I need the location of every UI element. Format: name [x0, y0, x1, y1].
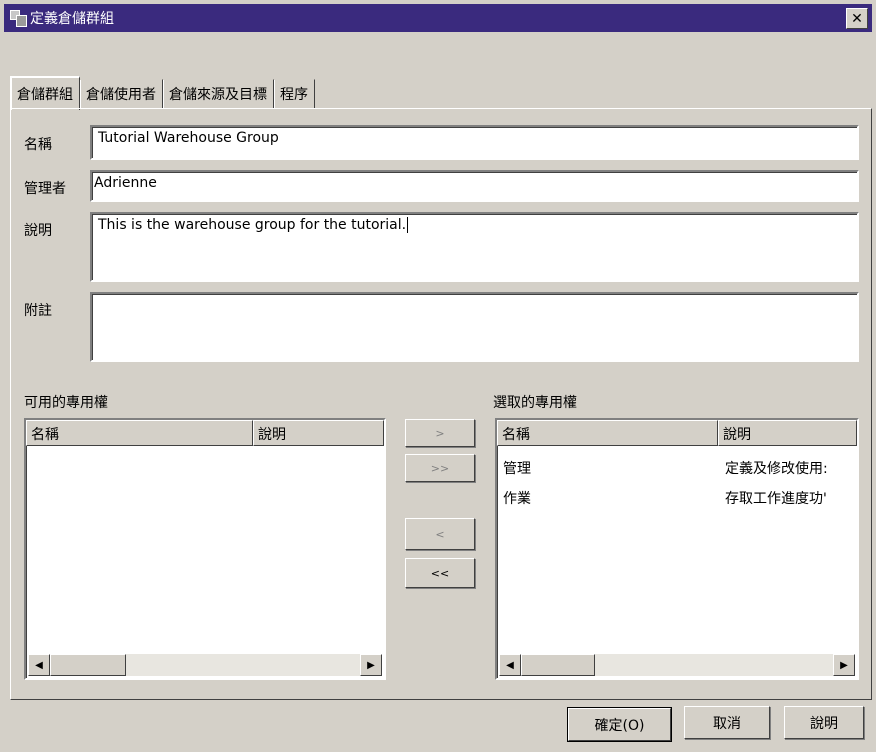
add-all-button[interactable]: >> [405, 454, 475, 482]
selected-privileges-list[interactable]: 名稱 說明 管理 定義及修改使用: 作業 存取工作進度功' ◀ ▶ [495, 418, 859, 680]
tab-label: 倉儲來源及目標 [169, 87, 267, 103]
scroll-right-icon: ▶ [840, 659, 848, 671]
selected-row-description[interactable]: 存取工作進度功' [725, 488, 827, 508]
tab-warehouse-group[interactable]: 倉儲群組 [10, 76, 80, 110]
description-label: 說明 [24, 223, 52, 239]
selected-privileges-label: 選取的專用權 [493, 395, 577, 411]
tab-processes[interactable]: 程序 [274, 79, 315, 108]
remove-button[interactable]: < [405, 518, 475, 550]
scroll-thumb[interactable] [50, 654, 126, 676]
selected-col-name[interactable]: 名稱 [497, 420, 718, 446]
text-caret [407, 217, 409, 233]
scroll-thumb[interactable] [521, 654, 595, 676]
help-button[interactable]: 說明 [784, 706, 864, 739]
scroll-left-button[interactable]: ◀ [28, 654, 50, 676]
description-text: This is the warehouse group for the tuto… [98, 217, 407, 233]
selected-row-name[interactable]: 管理 [503, 458, 531, 478]
available-hscrollbar[interactable]: ◀ ▶ [28, 654, 382, 676]
notes-textarea[interactable] [90, 292, 859, 362]
selected-row-name[interactable]: 作業 [503, 488, 531, 508]
tab-label: 倉儲群組 [17, 87, 73, 103]
available-privileges-list[interactable]: 名稱 說明 ◀ ▶ [24, 418, 386, 680]
add-button[interactable]: > [405, 419, 475, 447]
selected-hscrollbar[interactable]: ◀ ▶ [499, 654, 855, 676]
scroll-left-icon: ◀ [35, 659, 43, 671]
cancel-button[interactable]: 取消 [684, 706, 770, 739]
available-privileges-label: 可用的專用權 [24, 395, 108, 411]
notes-label: 附註 [24, 303, 52, 319]
title-bar: 定義倉儲群組 ✕ [4, 4, 872, 32]
name-label: 名稱 [24, 137, 52, 153]
name-input[interactable]: Tutorial Warehouse Group [90, 125, 859, 160]
tab-label: 倉儲使用者 [86, 87, 156, 103]
tab-label: 程序 [280, 87, 308, 103]
scroll-right-button[interactable]: ▶ [833, 654, 855, 676]
ok-button[interactable]: 確定(O) [567, 707, 672, 742]
remove-all-button[interactable]: << [405, 558, 475, 588]
scroll-left-icon: ◀ [506, 659, 514, 671]
close-button[interactable]: ✕ [846, 8, 868, 29]
warehouse-group-icon [10, 10, 27, 27]
admin-input[interactable]: Adrienne [90, 170, 859, 202]
close-icon: ✕ [851, 10, 863, 27]
available-col-description[interactable]: 說明 [253, 420, 384, 446]
description-textarea[interactable]: This is the warehouse group for the tuto… [90, 212, 859, 282]
admin-label: 管理者 [24, 181, 66, 197]
tab-strip: 倉儲群組 倉儲使用者 倉儲來源及目標 程序 [10, 76, 315, 110]
tab-warehouse-users[interactable]: 倉儲使用者 [80, 79, 163, 108]
scroll-left-button[interactable]: ◀ [499, 654, 521, 676]
window-title: 定義倉儲群組 [30, 11, 114, 27]
tab-sources-targets[interactable]: 倉儲來源及目標 [163, 79, 274, 108]
selected-row-description[interactable]: 定義及修改使用: [725, 458, 828, 478]
available-col-name[interactable]: 名稱 [26, 420, 253, 446]
selected-col-description[interactable]: 說明 [718, 420, 857, 446]
scroll-right-icon: ▶ [367, 659, 375, 671]
scroll-right-button[interactable]: ▶ [360, 654, 382, 676]
